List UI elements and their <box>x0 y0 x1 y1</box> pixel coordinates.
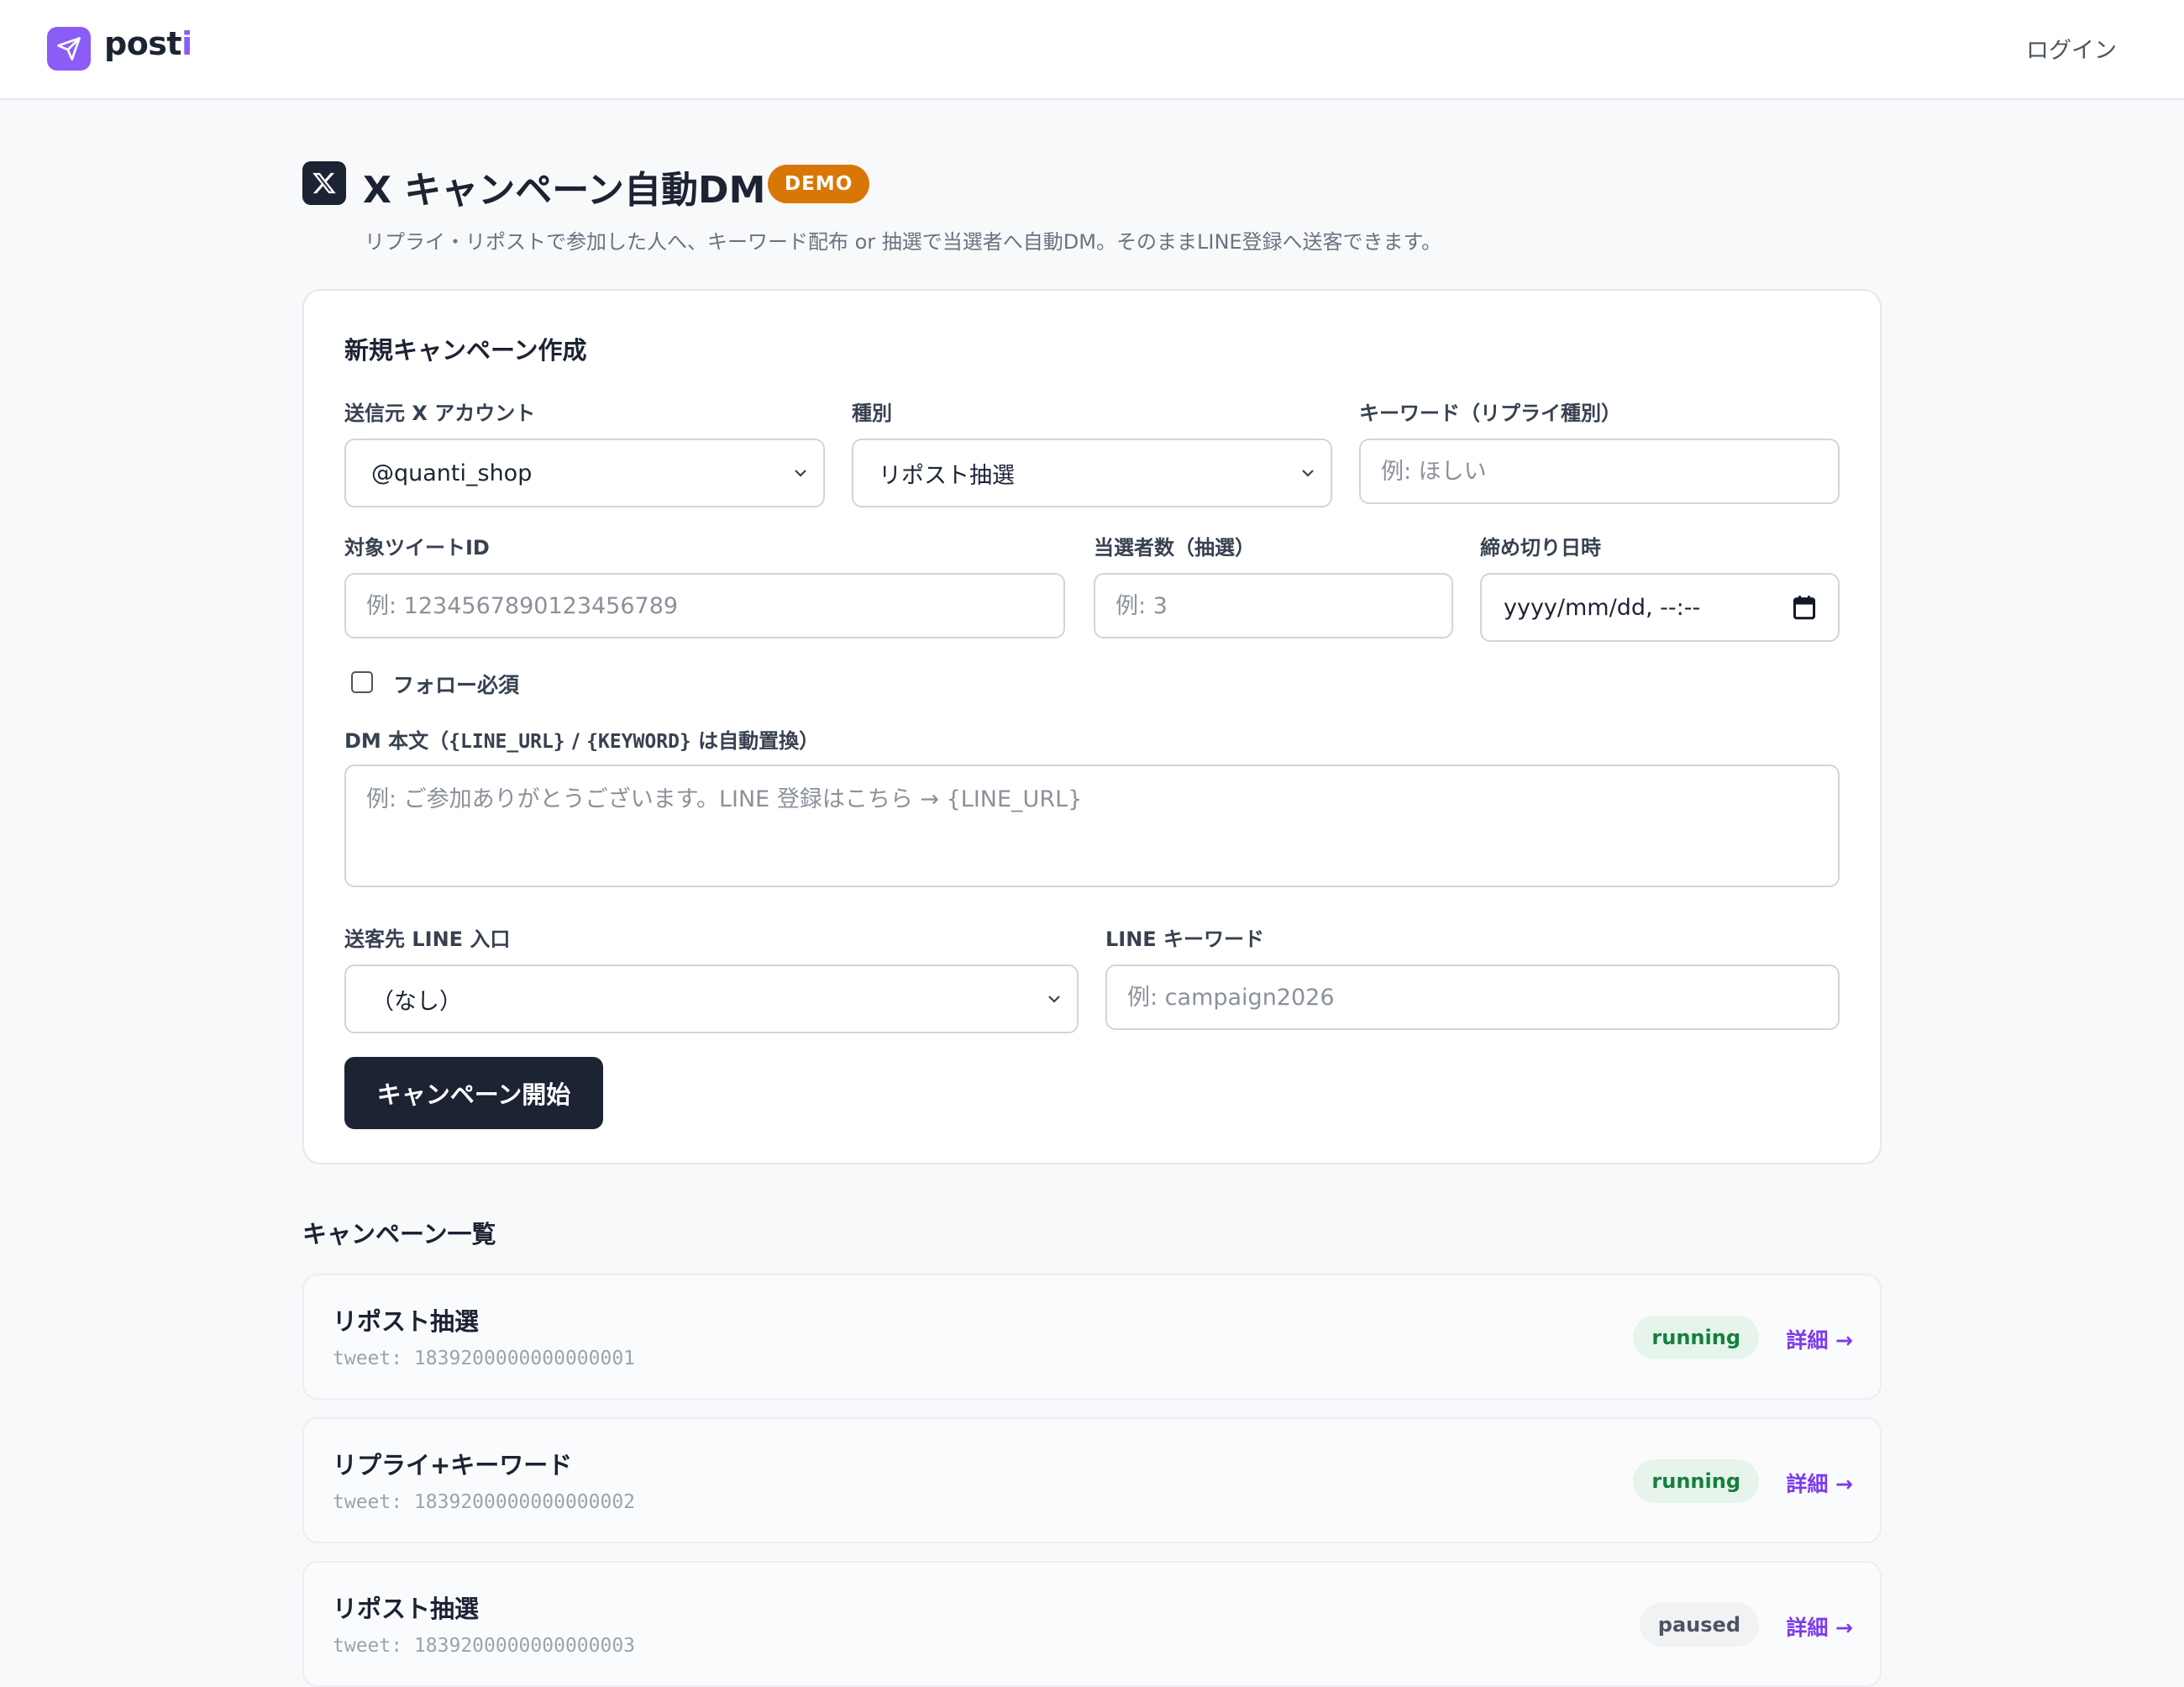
tweet-id-label: 対象ツイートID <box>344 536 490 560</box>
campaign-tweet-id: tweet: 1839200000000000003 <box>333 1635 636 1657</box>
campaign-list-heading: キャンペーン一覧 <box>302 1220 496 1248</box>
sender-account-label: 送信元 X アカウント <box>344 402 536 425</box>
tweet-id-input[interactable] <box>344 573 1065 639</box>
line-keyword-input[interactable] <box>1105 964 1840 1030</box>
chevron-down-icon <box>795 470 806 477</box>
campaign-title: リプライ+キーワード <box>333 1451 573 1479</box>
keyword-label: キーワード（リプライ種別） <box>1359 402 1621 425</box>
form-title: 新規キャンペーン作成 <box>344 336 587 365</box>
follow-required-label[interactable]: フォロー必須 <box>393 669 519 699</box>
deadline-label: 締め切り日時 <box>1480 536 1601 560</box>
campaign-tweet-id: tweet: 1839200000000000001 <box>333 1348 636 1369</box>
status-badge: paused <box>1639 1603 1759 1647</box>
campaign-title: リポスト抽選 <box>333 1307 480 1336</box>
winners-label: 当選者数（抽選） <box>1094 536 1255 560</box>
follow-required-checkbox[interactable] <box>351 671 373 693</box>
calendar-icon[interactable] <box>1793 595 1816 620</box>
sender-account-select[interactable]: @quanti_shop <box>344 439 825 507</box>
deadline-value: yyyy/mm/dd, --:-- <box>1504 594 1701 621</box>
list-item: リプライ+キーワード tweet: 1839200000000000002 ru… <box>302 1417 1882 1543</box>
list-item: リポスト抽選 tweet: 1839200000000000003 paused… <box>302 1561 1882 1687</box>
line-entry-select[interactable]: （なし） <box>344 964 1079 1033</box>
list-item: リポスト抽選 tweet: 1839200000000000001 runnin… <box>302 1274 1882 1400</box>
campaign-tweet-id: tweet: 1839200000000000002 <box>333 1491 636 1513</box>
campaign-title: リポスト抽選 <box>333 1595 480 1623</box>
new-campaign-form: 新規キャンペーン作成 送信元 X アカウント @quanti_shop 種別 リ… <box>302 289 1882 1164</box>
page-title: X キャンペーン自動DM <box>363 169 766 212</box>
deadline-datetime-input[interactable]: yyyy/mm/dd, --:-- <box>1480 573 1840 642</box>
type-select[interactable]: リポスト抽選 <box>852 439 1332 507</box>
type-value: リポスト抽選 <box>879 462 1015 489</box>
status-badge: running <box>1633 1316 1759 1359</box>
detail-link[interactable]: 詳細 → <box>1786 1324 1853 1354</box>
x-logo-icon <box>302 161 346 205</box>
page-subtitle: リプライ・リポストで参加した人へ、キーワード配布 or 抽選で当選者へ自動DM。… <box>365 230 1442 254</box>
logo-text[interactable]: posti <box>104 25 192 62</box>
top-navbar: posti ログイン <box>0 0 2184 100</box>
detail-link[interactable]: 詳細 → <box>1786 1611 1853 1642</box>
demo-badge: DEMO <box>768 165 870 203</box>
dm-body-textarea[interactable] <box>344 765 1840 887</box>
chevron-down-icon <box>1048 996 1060 1003</box>
keyword-input[interactable] <box>1359 439 1840 504</box>
line-entry-label: 送客先 LINE 入口 <box>344 928 511 951</box>
chevron-down-icon <box>1302 470 1314 477</box>
start-campaign-button[interactable]: キャンペーン開始 <box>344 1057 603 1129</box>
dm-body-label: DM 本文（{LINE_URL} / {KEYWORD} は自動置換） <box>344 729 820 753</box>
line-keyword-label: LINE キーワード <box>1105 928 1265 951</box>
line-entry-value: （なし） <box>371 988 462 1015</box>
login-link[interactable]: ログイン <box>2026 32 2117 65</box>
type-label: 種別 <box>852 402 892 425</box>
sender-account-value: @quanti_shop <box>371 460 533 486</box>
winners-input[interactable] <box>1094 573 1453 639</box>
detail-link[interactable]: 詳細 → <box>1786 1468 1853 1498</box>
send-icon[interactable] <box>47 27 91 71</box>
status-badge: running <box>1633 1459 1759 1503</box>
